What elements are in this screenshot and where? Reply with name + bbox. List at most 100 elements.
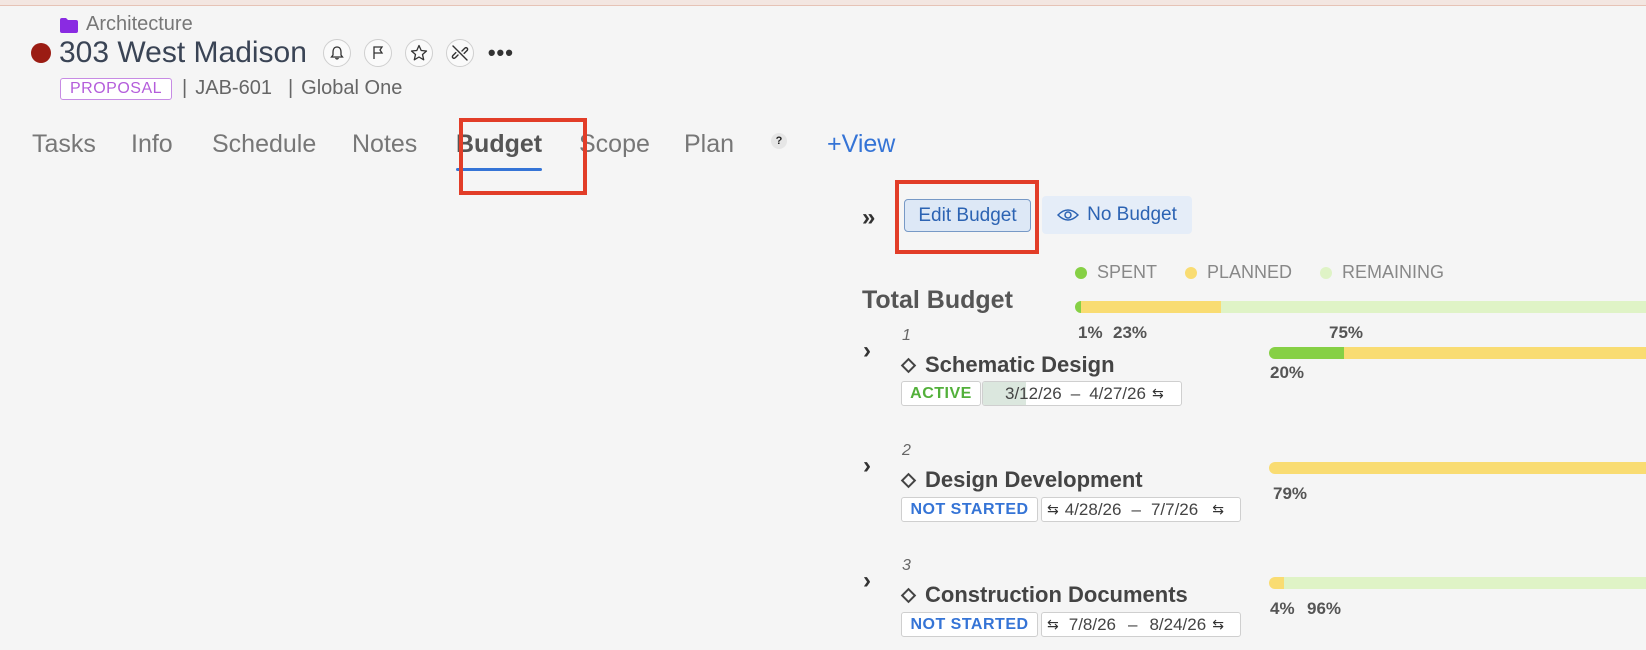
project-meta: PROPOSAL | JAB-601 | Global One [60,77,418,100]
date-dash: – [1128,614,1138,634]
project-header: 303 West Madison ••• [31,36,515,70]
legend-dot-planned [1185,266,1198,279]
bar-spent-segment [1269,347,1345,359]
tab-notes[interactable]: Notes [352,130,417,159]
phase-status-badge[interactable]: NOT STARTED [901,612,1038,637]
phase-start-date: 7/8/26 [1068,614,1116,634]
no-budget-label: No Budget [1087,204,1177,225]
phase-status-badge[interactable]: NOT STARTED [901,497,1038,522]
flag-icon [373,46,384,59]
project-title: 303 West Madison [59,36,307,69]
phase-start-date: 4/28/26 [1064,499,1122,519]
total-budget-label: Total Budget [862,286,1013,314]
tab-tasks[interactable]: Tasks [32,130,96,159]
meta-separator: | [287,77,294,99]
total-remaining-percent: 75% [1329,323,1364,342]
phase-number: 2 [902,442,911,459]
milestone-diamond-icon [900,357,917,373]
total-planned-percent: 23% [1113,323,1148,342]
legend-label: SPENT [1097,262,1158,282]
budget-legend: SPENT PLANNED REMAINING [1075,262,1472,283]
star-icon [410,44,428,61]
phase-number: 3 [902,557,911,574]
flag-button[interactable] [363,39,392,67]
legend-remaining: REMAINING [1320,262,1444,283]
legend-dot-remaining [1320,266,1333,279]
swap-icon: ⇆ [1212,616,1224,632]
phase-date-range[interactable]: 3/12/26 – 4/27/26 ⇆ [982,381,1182,406]
project-status-dot[interactable] [31,43,51,63]
swap-icon: ⇆ [1151,385,1164,401]
phase-end-date: 8/24/26 [1149,614,1207,634]
date-dash: – [1070,383,1081,403]
phase-date-range[interactable]: ⇆ 4/28/26 – 7/7/26 ⇆ [1041,497,1241,522]
swap-icon: ⇆ [1212,501,1224,517]
expand-phase-icon[interactable]: › [863,452,871,480]
phase-end-date: 4/27/26 [1089,383,1146,403]
phase-budget-bar[interactable] [1269,577,1646,589]
window-top-border [0,0,1646,6]
folder-icon [60,17,78,33]
date-dash: – [1131,499,1141,519]
swap-icon: ⇆ [1047,616,1059,632]
favorite-button[interactable] [404,39,433,67]
phase-budget-bar[interactable] [1269,347,1646,359]
folder-label[interactable]: Architecture [86,13,193,36]
phase-end-date: 7/7/26 [1150,499,1199,519]
total-budget-bar[interactable] [1075,301,1646,313]
project-status-badge[interactable]: PROPOSAL [60,77,173,100]
collapse-panel-icon[interactable]: » [862,204,875,232]
phase-spent-percent: 20% [1270,363,1305,382]
bar-planned-segment [1081,301,1222,313]
tab-scope[interactable]: Scope [579,130,650,159]
tab-plan[interactable]: Plan [684,130,734,159]
highlight-budget-tab [459,118,587,195]
phase-remaining-percent: 96% [1307,599,1342,618]
phase-date-range[interactable]: ⇆ 7/8/26 – 8/24/26 ⇆ [1041,612,1241,637]
bar-planned-segment [1344,347,1646,359]
phase-number: 1 [902,327,911,344]
phase-status-badge[interactable]: ACTIVE [901,381,981,406]
breadcrumb[interactable]: Architecture [60,13,193,36]
legend-label: REMAINING [1342,262,1445,282]
client-name[interactable]: Global One [301,77,402,100]
milestone-diamond-icon [900,587,917,603]
eye-icon [1057,209,1080,221]
total-spent-percent: 1% [1078,323,1103,342]
phase-title: Design Development [925,467,1143,492]
swap-icon: ⇆ [1047,501,1059,517]
more-options-icon[interactable]: ••• [487,39,515,67]
unlink-button[interactable] [445,39,474,67]
phase-name[interactable]: Schematic Design [900,352,1115,378]
bar-planned-segment [1269,462,1646,474]
phase-name[interactable]: Construction Documents [900,582,1188,608]
legend-planned: PLANNED [1185,262,1292,283]
project-code: JAB-601 [195,77,272,99]
phase-title: Schematic Design [925,352,1115,377]
bar-remaining-segment [1221,301,1646,313]
tab-info[interactable]: Info [131,130,173,159]
legend-dot-spent [1075,266,1087,279]
phase-name[interactable]: Design Development [900,467,1143,493]
expand-phase-icon[interactable]: › [863,337,871,365]
edit-budget-button[interactable]: Edit Budget [904,199,1031,232]
tab-schedule[interactable]: Schedule [212,130,316,159]
phase-title: Construction Documents [925,582,1188,607]
bar-planned-segment [1269,577,1285,589]
plan-help-icon[interactable]: ? [771,133,787,149]
expand-phase-icon[interactable]: › [863,567,871,595]
meta-separator: | [182,77,188,99]
notification-bell-button[interactable] [322,39,351,67]
phase-budget-bar[interactable] [1269,462,1646,474]
legend-label: PLANNED [1207,262,1293,282]
phase-start-date: 3/12/26 [1005,383,1062,403]
milestone-diamond-icon [900,472,917,488]
phase-planned-percent: 4% [1270,599,1295,618]
unlink-icon [451,45,469,61]
bell-icon [330,46,344,60]
phase-planned-percent: 79% [1273,484,1308,503]
add-view-tab[interactable]: +View [827,130,895,159]
no-budget-button[interactable]: No Budget [1042,196,1192,234]
legend-spent: SPENT [1075,262,1157,283]
bar-remaining-segment [1284,577,1646,589]
